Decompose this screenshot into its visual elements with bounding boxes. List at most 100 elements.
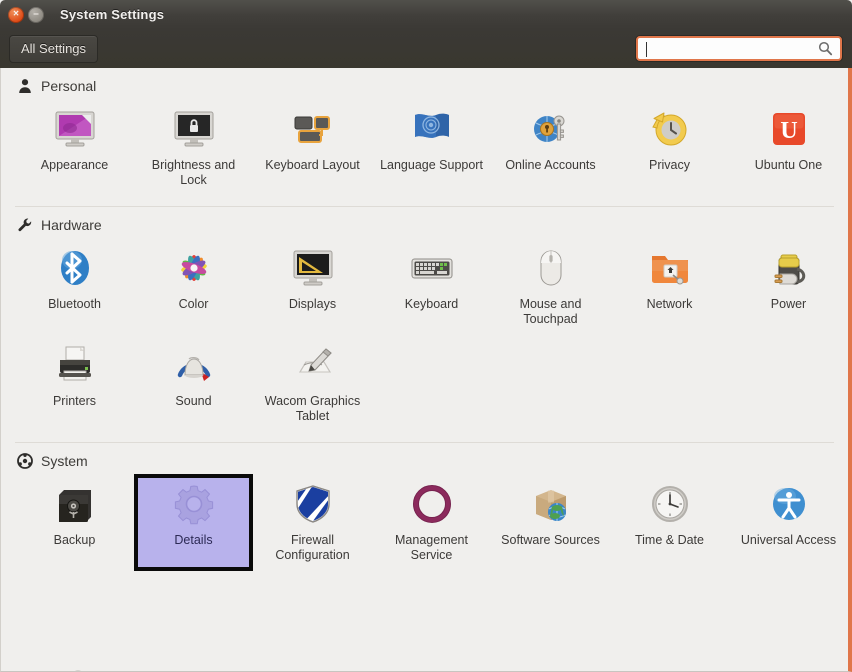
- appearance-monitor-icon: [51, 105, 99, 153]
- system-settings-window: × – System Settings All Settings Persona…: [0, 0, 852, 672]
- tile-brightness-and-lock[interactable]: Brightness and Lock: [134, 99, 253, 196]
- window-title: System Settings: [60, 7, 165, 22]
- displays-icon: [289, 244, 337, 292]
- section-title: System: [41, 453, 88, 469]
- tile-keyboard-layout[interactable]: Keyboard Layout: [253, 99, 372, 196]
- tile-label: Online Accounts: [505, 158, 596, 172]
- network-folder-icon: [646, 244, 694, 292]
- tile-wacom-graphics-tablet[interactable]: Wacom Graphics Tablet: [253, 335, 372, 432]
- search-icon[interactable]: [818, 41, 833, 56]
- tile-label: Mouse and Touchpad: [519, 297, 582, 326]
- tile-network[interactable]: Network: [610, 238, 729, 335]
- privacy-clock-icon: [646, 105, 694, 153]
- details-gear-icon: [170, 480, 218, 528]
- ubuntu-one-icon: U: [765, 105, 813, 153]
- tile-backup[interactable]: Backup: [15, 474, 134, 571]
- grid-personal: Appearance Brightness and Lock Keyboard …: [1, 97, 848, 196]
- tile-sound[interactable]: Sound: [134, 335, 253, 432]
- tile-power[interactable]: Power: [729, 238, 848, 335]
- minimize-button[interactable]: –: [28, 6, 44, 23]
- tile-printers[interactable]: Printers: [15, 335, 134, 432]
- mouse-icon: [527, 244, 575, 292]
- language-flag-icon: [408, 105, 456, 153]
- firewall-shield-icon: [289, 480, 337, 528]
- grid-hardware: Bluetooth Color Displays Keyboard Mouse …: [1, 236, 848, 432]
- keyboard-icon: [408, 244, 456, 292]
- all-settings-button[interactable]: All Settings: [9, 34, 99, 63]
- tile-management-service[interactable]: Management Service: [372, 474, 491, 571]
- tile-label: Backup: [53, 533, 96, 547]
- tile-firewall-configuration[interactable]: Firewall Configuration: [253, 474, 372, 571]
- section-title: Personal: [41, 78, 97, 94]
- partial-item[interactable]: [15, 665, 134, 671]
- management-ring-icon: [408, 480, 456, 528]
- tile-details[interactable]: Details: [134, 474, 253, 571]
- tile-label: Bluetooth: [48, 297, 101, 311]
- search-box[interactable]: [636, 36, 842, 61]
- tile-label: Appearance: [40, 158, 109, 172]
- tile-label: Universal Access: [740, 533, 837, 547]
- tile-universal-access[interactable]: Universal Access: [729, 474, 848, 571]
- tile-label: Network: [646, 297, 693, 311]
- universal-access-icon: [765, 480, 813, 528]
- tile-label: Privacy: [649, 158, 690, 172]
- tile-label: Management Service: [395, 533, 468, 562]
- color-flower-icon: [170, 244, 218, 292]
- keyboard-layout-icon: [289, 105, 337, 153]
- title-bar: × – System Settings: [0, 0, 852, 29]
- tile-label: Software Sources: [501, 533, 600, 547]
- tile-language-support[interactable]: Language Support: [372, 99, 491, 196]
- partial-next-row: [15, 665, 134, 671]
- tile-label: Sound: [175, 394, 212, 408]
- backup-safe-icon: [51, 480, 99, 528]
- settings-content: Personal Appearance Brightness and Lock …: [0, 68, 852, 672]
- tile-time-and-date[interactable]: Time & Date: [610, 474, 729, 571]
- tile-label: Details: [174, 533, 213, 547]
- tile-label: Language Support: [380, 158, 483, 172]
- section-personal: Personal Appearance Brightness and Lock …: [1, 68, 848, 198]
- tile-mouse-and-touchpad[interactable]: Mouse and Touchpad: [491, 238, 610, 335]
- section-hardware: Hardware Bluetooth Color Displays Keyboa…: [1, 207, 848, 434]
- software-sources-box-icon: [527, 480, 575, 528]
- search-input[interactable]: [638, 41, 818, 56]
- section-header-personal: Personal: [1, 68, 848, 97]
- tile-keyboard[interactable]: Keyboard: [372, 238, 491, 335]
- tile-appearance[interactable]: Appearance: [15, 99, 134, 196]
- tile-label: Color: [178, 297, 209, 311]
- minimize-icon: –: [33, 8, 39, 19]
- tile-privacy[interactable]: Privacy: [610, 99, 729, 196]
- wrench-icon: [18, 218, 32, 232]
- tile-color[interactable]: Color: [134, 238, 253, 335]
- user-icon: [19, 79, 31, 93]
- online-accounts-key-icon: [527, 105, 575, 153]
- tile-label: Time & Date: [634, 533, 704, 547]
- tile-displays[interactable]: Displays: [253, 238, 372, 335]
- tile-label: Firewall Configuration: [275, 533, 350, 562]
- system-circle-icon: [17, 453, 33, 469]
- section-header-hardware: Hardware: [1, 207, 848, 236]
- section-system: System Backup Details Firewall Configura…: [1, 443, 848, 671]
- time-date-clock-icon: [646, 480, 694, 528]
- close-button[interactable]: ×: [8, 6, 24, 23]
- tile-label: Power: [770, 297, 807, 311]
- wacom-tablet-icon: [289, 341, 337, 389]
- section-header-system: System: [1, 443, 848, 472]
- tile-label: Displays: [288, 297, 337, 311]
- close-icon: ×: [13, 8, 19, 19]
- tile-label: Keyboard: [404, 297, 459, 311]
- bluetooth-icon: [51, 244, 99, 292]
- tile-ubuntu-one[interactable]: U Ubuntu One: [729, 99, 848, 196]
- text-caret: [646, 42, 647, 57]
- tile-online-accounts[interactable]: Online Accounts: [491, 99, 610, 196]
- tile-label: Printers: [52, 394, 97, 408]
- toolbar: All Settings: [0, 29, 852, 68]
- sound-icon: [170, 341, 218, 389]
- tile-software-sources[interactable]: Software Sources: [491, 474, 610, 571]
- grid-system: Backup Details Firewall Configuration Ma…: [1, 472, 848, 571]
- tile-bluetooth[interactable]: Bluetooth: [15, 238, 134, 335]
- tile-label: Keyboard Layout: [265, 158, 360, 172]
- svg-text:U: U: [780, 118, 797, 144]
- power-battery-icon: [765, 244, 813, 292]
- tile-label: Brightness and Lock: [151, 158, 236, 187]
- section-title: Hardware: [41, 217, 102, 233]
